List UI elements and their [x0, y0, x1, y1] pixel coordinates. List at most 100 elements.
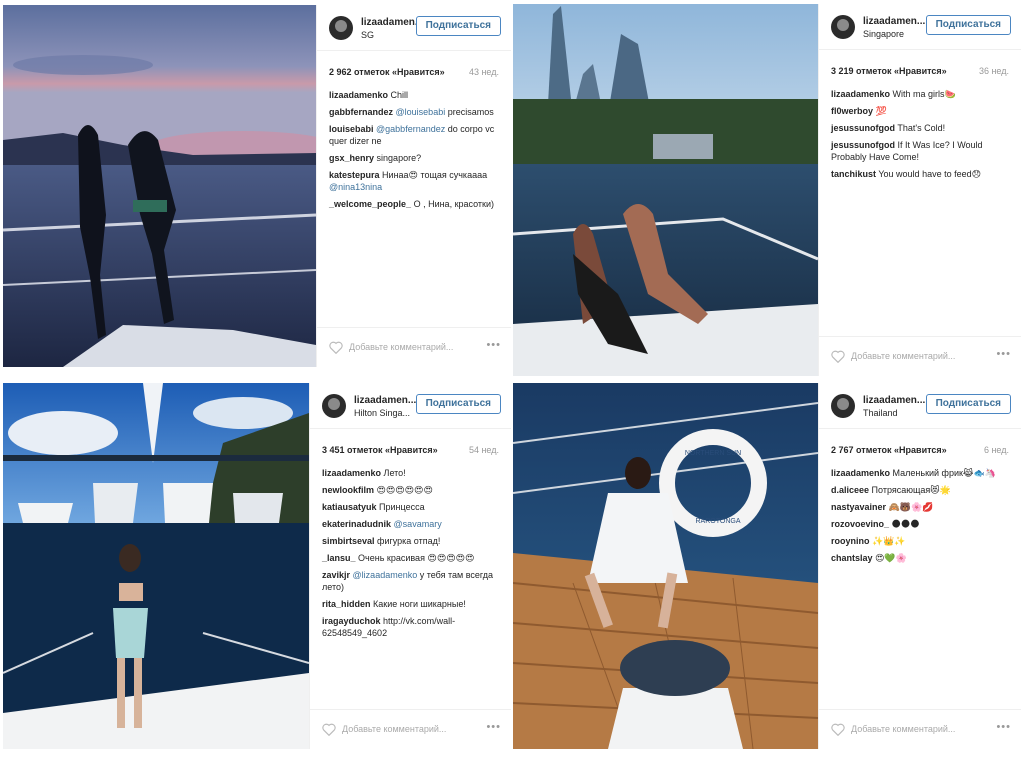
- avatar[interactable]: [329, 16, 353, 40]
- lifebuoy-bottom-text: RAROTONGA: [696, 518, 741, 525]
- comments-list: lizaadamenko Лето! newlookfilm 😍😍😍😍😍😍 ka…: [322, 467, 501, 644]
- post-photo[interactable]: [3, 383, 309, 749]
- post-photo[interactable]: [513, 4, 818, 376]
- post-header: lizaadamen... SG Подписаться: [317, 5, 511, 51]
- comment: louisebabi @gabbfernandez do corpo vc qu…: [329, 123, 501, 147]
- follow-button[interactable]: Подписаться: [925, 15, 1011, 35]
- post-age[interactable]: 6 нед.: [984, 445, 1009, 455]
- post-photo[interactable]: [3, 5, 316, 367]
- likes-count[interactable]: 2 962 отметок «Нравится»: [329, 67, 445, 77]
- comment-text: Какие ноги шикарные!: [373, 599, 466, 609]
- comment-user[interactable]: lizaadamenko: [831, 468, 890, 478]
- add-comment-input[interactable]: Добавьте комментарий...: [349, 342, 453, 352]
- comment: gsx_henry singapore?: [329, 152, 501, 164]
- avatar[interactable]: [831, 15, 855, 39]
- comment-user[interactable]: lizaadamenko: [831, 89, 890, 99]
- comment-user[interactable]: newlookfilm: [322, 485, 374, 495]
- comment-user[interactable]: simbirtseval: [322, 536, 375, 546]
- comment-mention[interactable]: @gabbfernandez: [376, 124, 445, 134]
- more-options-icon[interactable]: •••: [486, 721, 501, 733]
- comment-user[interactable]: d.aliceee: [831, 485, 869, 495]
- comment-text: precisamos: [447, 107, 494, 117]
- comment-user[interactable]: louisebabi: [329, 124, 374, 134]
- add-comment-input[interactable]: Добавьте комментарий...: [342, 724, 446, 734]
- comment-user[interactable]: rooynino: [831, 536, 870, 546]
- comment-user[interactable]: fl0werboy: [831, 106, 873, 116]
- comment-user[interactable]: jesussunofgod: [831, 123, 895, 133]
- comment: rita_hidden Какие ноги шикарные!: [322, 598, 501, 610]
- likes-count[interactable]: 3 451 отметок «Нравится»: [322, 445, 438, 455]
- heart-icon[interactable]: [831, 350, 845, 363]
- comment-user[interactable]: chantslay: [831, 553, 873, 563]
- comment: _welcome_people_ О , Нина, красотки): [329, 198, 501, 210]
- follow-button[interactable]: Подписаться: [415, 394, 501, 414]
- likes-row: 3 451 отметок «Нравится» 54 нед.: [322, 445, 499, 455]
- comment-user[interactable]: tanchikust: [831, 169, 876, 179]
- avatar[interactable]: [322, 394, 346, 418]
- comment-mention[interactable]: @nina13nina: [329, 182, 382, 192]
- comment-user[interactable]: nastyavainer: [831, 502, 886, 512]
- more-options-icon[interactable]: •••: [996, 348, 1011, 360]
- comment-user[interactable]: gabbfernandez: [329, 107, 393, 117]
- post-header: lizaadamen... Thailand Подписаться: [819, 383, 1021, 429]
- comment: nastyavainer 🙈🐻🌸💋: [831, 501, 1011, 513]
- comment-user[interactable]: zavikjr: [322, 570, 350, 580]
- comment: zavikjr @lizaadamenko у тебя там всегда …: [322, 569, 501, 593]
- likes-count[interactable]: 2 767 отметок «Нравится»: [831, 445, 947, 455]
- follow-button[interactable]: Подписаться: [925, 394, 1011, 414]
- likes-row: 2 962 отметок «Нравится» 43 нед.: [329, 67, 499, 77]
- comment-user[interactable]: _lansu_: [322, 553, 356, 563]
- comment-text: фигурка отпад!: [377, 536, 441, 546]
- comment: lizaadamenko Лето!: [322, 467, 501, 479]
- comments-list: lizaadamenko Маленький фрик😹🐟🦄 d.aliceee…: [831, 467, 1011, 569]
- comment-user[interactable]: rozovoevino_: [831, 519, 889, 529]
- follow-button[interactable]: Подписаться: [415, 16, 501, 36]
- likes-row: 2 767 отметок «Нравится» 6 нед.: [831, 445, 1009, 455]
- username[interactable]: lizaadamen...: [361, 17, 423, 28]
- comment-mention[interactable]: @lizaadamenko: [353, 570, 418, 580]
- post-age[interactable]: 36 нед.: [979, 66, 1009, 76]
- location[interactable]: Hilton Singa...: [354, 408, 410, 418]
- comment-mention[interactable]: @savamary: [394, 519, 442, 529]
- location[interactable]: Thailand: [863, 408, 898, 418]
- post-4: NORTHERN SUN RAROTONGA lizaadamen... Tha…: [513, 383, 1021, 749]
- heart-icon[interactable]: [329, 341, 343, 354]
- username[interactable]: lizaadamen...: [863, 16, 925, 27]
- heart-icon[interactable]: [831, 723, 845, 736]
- username[interactable]: lizaadamen...: [863, 395, 925, 406]
- comment: lizaadamenko With ma girls🍉: [831, 88, 1011, 100]
- comment-user[interactable]: jesussunofgod: [831, 140, 895, 150]
- heart-icon[interactable]: [322, 723, 336, 736]
- location[interactable]: SG: [361, 30, 374, 40]
- comment-text: 🙈🐻🌸💋: [888, 502, 934, 512]
- more-options-icon[interactable]: •••: [996, 721, 1011, 733]
- comment-user[interactable]: katestepura: [329, 170, 380, 180]
- comment: gabbfernandez @louisebabi precisamos: [329, 106, 501, 118]
- comment: lizaadamenko Маленький фрик😹🐟🦄: [831, 467, 1011, 479]
- comment-text: 🌑🌑🌑: [891, 519, 920, 529]
- comment-user[interactable]: iragayduchok: [322, 616, 381, 626]
- location[interactable]: Singapore: [863, 29, 904, 39]
- add-comment-input[interactable]: Добавьте комментарий...: [851, 351, 955, 361]
- post-age[interactable]: 43 нед.: [469, 67, 499, 77]
- comment-user[interactable]: ekaterinadudnik: [322, 519, 391, 529]
- comment-user[interactable]: katiausatyuk: [322, 502, 377, 512]
- post-2: lizaadamen... Singapore Подписаться 3 21…: [513, 4, 1021, 376]
- comment-text: О , Нина, красотки): [413, 199, 495, 209]
- more-options-icon[interactable]: •••: [486, 339, 501, 351]
- add-comment-input[interactable]: Добавьте комментарий...: [851, 724, 955, 734]
- comment: _lansu_ Очень красивая 😍😍😍😍😍: [322, 552, 501, 564]
- comment-user[interactable]: rita_hidden: [322, 599, 371, 609]
- comments-list: lizaadamenko Chill gabbfernandez @louise…: [329, 89, 501, 215]
- comment-user[interactable]: _welcome_people_: [329, 199, 411, 209]
- avatar[interactable]: [831, 394, 855, 418]
- username[interactable]: lizaadamen...: [354, 395, 416, 406]
- comment-user[interactable]: gsx_henry: [329, 153, 374, 163]
- comment-user[interactable]: lizaadamenko: [329, 90, 388, 100]
- likes-count[interactable]: 3 219 отметок «Нравится»: [831, 66, 947, 76]
- comment-mention[interactable]: @louisebabi: [396, 107, 446, 117]
- comment-text: ✨👑✨: [872, 536, 906, 546]
- post-photo[interactable]: NORTHERN SUN RAROTONGA: [513, 383, 818, 749]
- comment-user[interactable]: lizaadamenko: [322, 468, 381, 478]
- post-age[interactable]: 54 нед.: [469, 445, 499, 455]
